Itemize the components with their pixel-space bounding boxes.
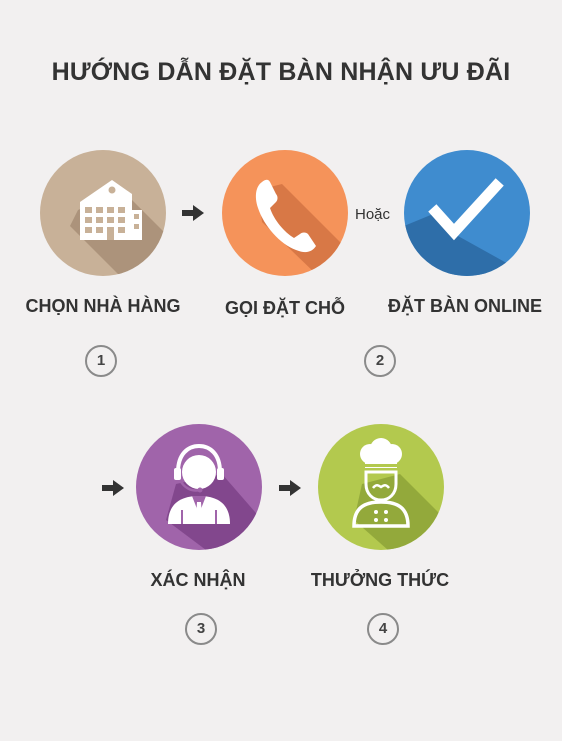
page-title: HƯỚNG DẪN ĐẶT BÀN NHẬN ƯU ĐÃI [51,58,511,86]
step-book-online-circle [404,150,530,276]
step-number-2: 2 [364,345,396,377]
step-choose-restaurant-circle [40,150,166,276]
headset-operator-icon [166,443,262,550]
or-text: Hoặc [355,206,391,223]
step-number-1: 1 [85,345,117,377]
building-icon [70,180,166,276]
step-label-confirm: XÁC NHẬN [150,570,246,590]
step-label-call-booking: GỌI ĐẶT CHỖ [225,298,345,318]
arrow-right-icon [279,480,301,496]
chef-icon [352,438,444,550]
step-label-enjoy: THƯỞNG THỨC [310,570,450,590]
arrow-right-icon [102,480,124,496]
arrow-right-icon [182,205,204,221]
step-confirm-circle [136,424,262,550]
step-label-book-online: ĐẶT BÀN ONLINE [388,296,542,316]
step-number-3: 3 [185,613,217,645]
step-label-choose-restaurant: CHỌN NHÀ HÀNG [25,296,181,316]
step-number-4: 4 [367,613,399,645]
checkmark-icon [404,178,530,276]
step-enjoy-circle [318,424,444,550]
step-call-booking-circle [222,150,348,276]
phone-icon [255,179,348,276]
